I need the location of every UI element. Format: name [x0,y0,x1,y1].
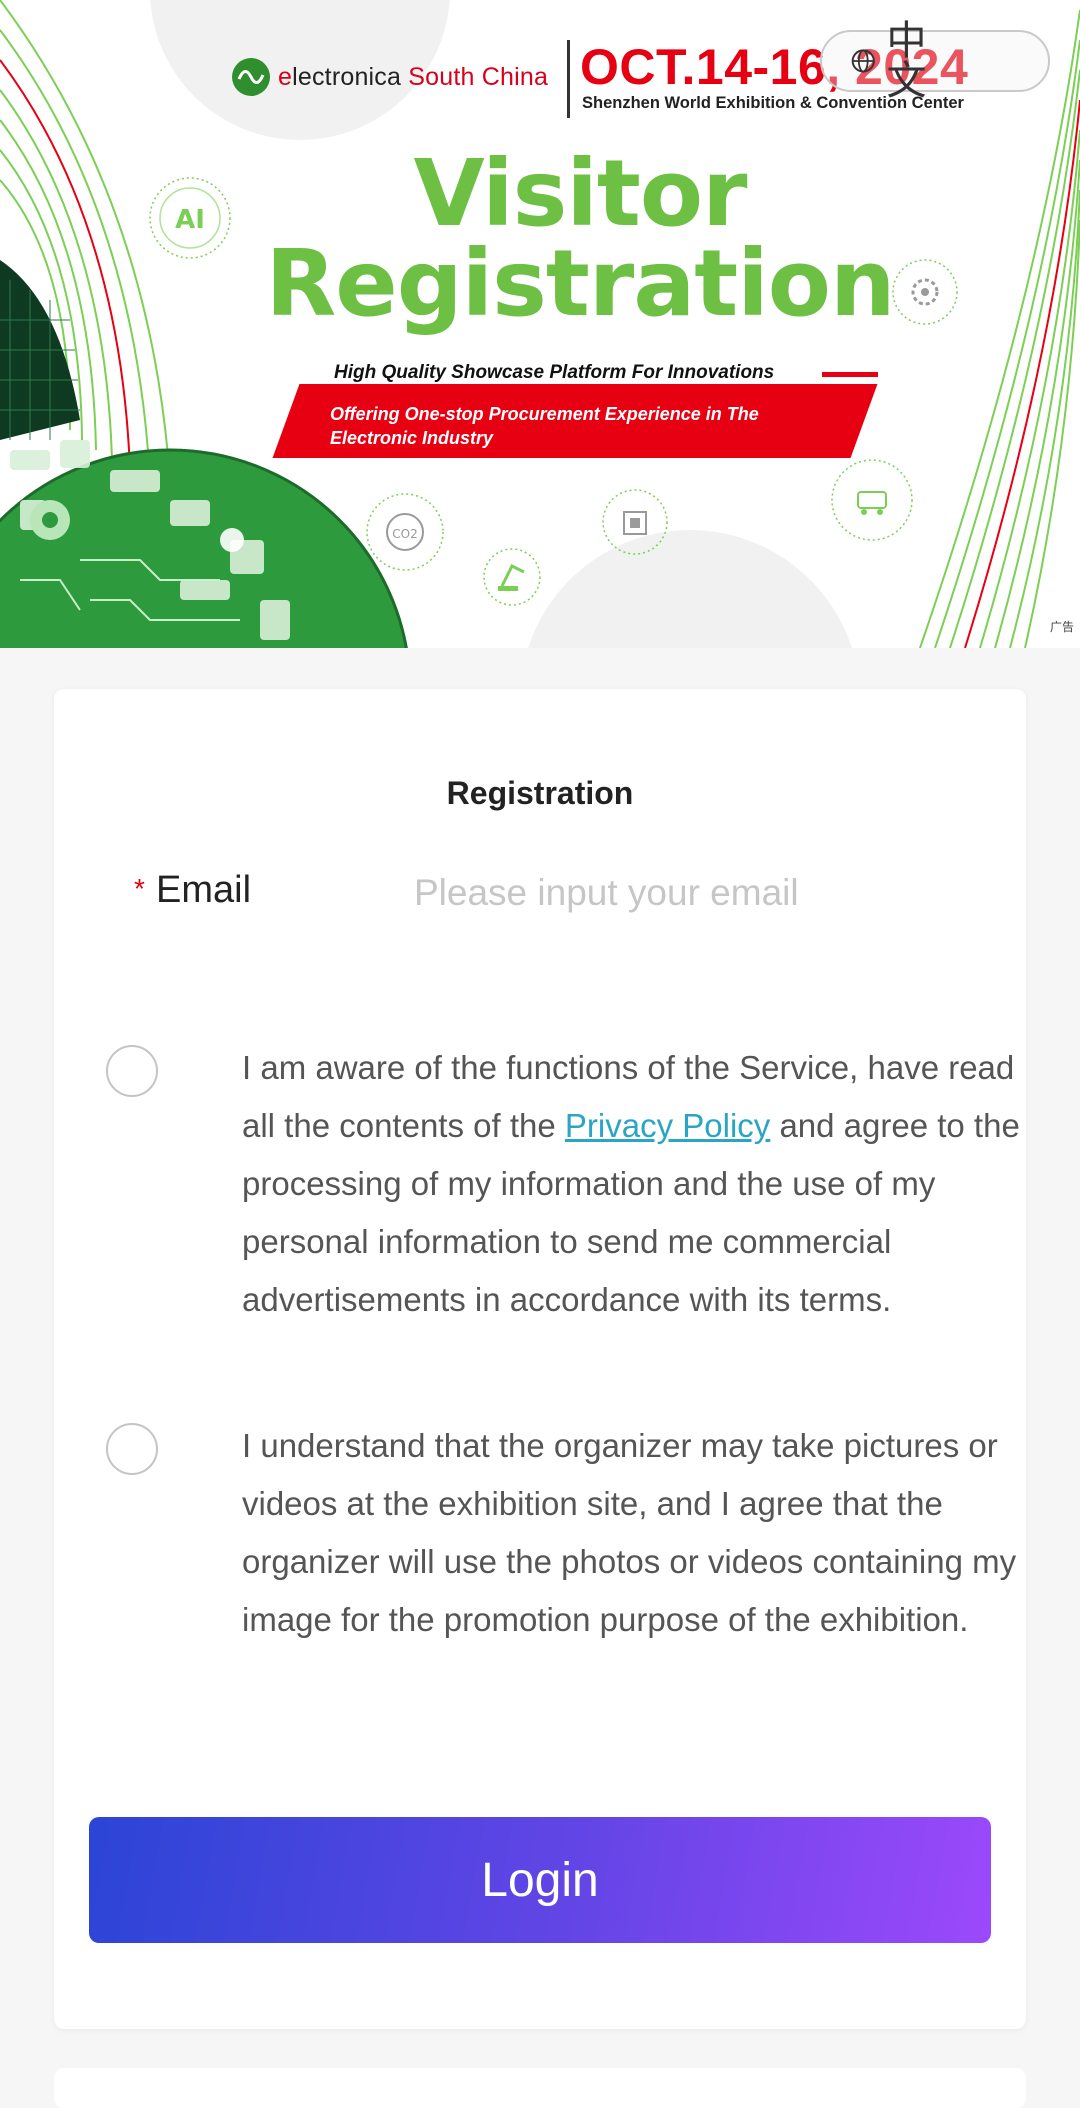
ad-label: 广告 [1049,620,1074,634]
subtagline-accent-line [822,372,878,377]
logo-divider [567,40,570,118]
login-button[interactable]: Login [89,1817,991,1943]
privacy-consent-text: I am aware of the functions of the Servi… [242,1039,1022,1329]
robot-icon [857,491,887,515]
electronica-logo: electronica South China [232,58,548,96]
svg-text:CO2: CO2 [392,527,417,541]
logo-text: electronica South China [278,63,548,92]
banner-title-line1: Visitor [413,140,748,247]
circuit-globe [0,440,408,648]
email-input[interactable] [414,865,974,921]
tagline: High Quality Showcase Platform For Innov… [334,362,775,383]
globe-icon [851,49,875,73]
chip-icon [623,511,647,535]
language-toggle-button[interactable]: 中 文 [820,21,1050,101]
logo-word: lectronica [292,62,402,91]
language-label: 中 文 [886,18,957,104]
next-card-edge [54,2068,1026,2108]
email-row: * Email [134,865,994,929]
co2-icon: CO2 [386,513,424,551]
privacy-policy-link[interactable]: Privacy Policy [565,1107,770,1144]
banner-title-line2: Registration [265,230,895,337]
registration-card: Registration * Email I am aware of the f… [54,689,1026,2029]
robot-arm-icon [498,563,525,591]
email-label: Email [156,869,252,911]
subtagline: Offering One-stop Procurement Experience… [330,404,759,448]
logo-wave-icon [232,58,270,96]
form-title: Registration [446,775,634,811]
bg-circle-bottom [528,530,852,648]
privacy-consent-radio[interactable] [106,1045,158,1097]
logo-prefix: e [278,62,293,91]
required-mark: * [134,873,145,904]
media-consent-text: I understand that the organizer may take… [242,1427,1017,1638]
event-banner: AI CO2 electronica South China OCT.14-16… [0,0,1080,648]
logo-region: South China [408,62,549,91]
media-consent-radio[interactable] [106,1423,158,1475]
